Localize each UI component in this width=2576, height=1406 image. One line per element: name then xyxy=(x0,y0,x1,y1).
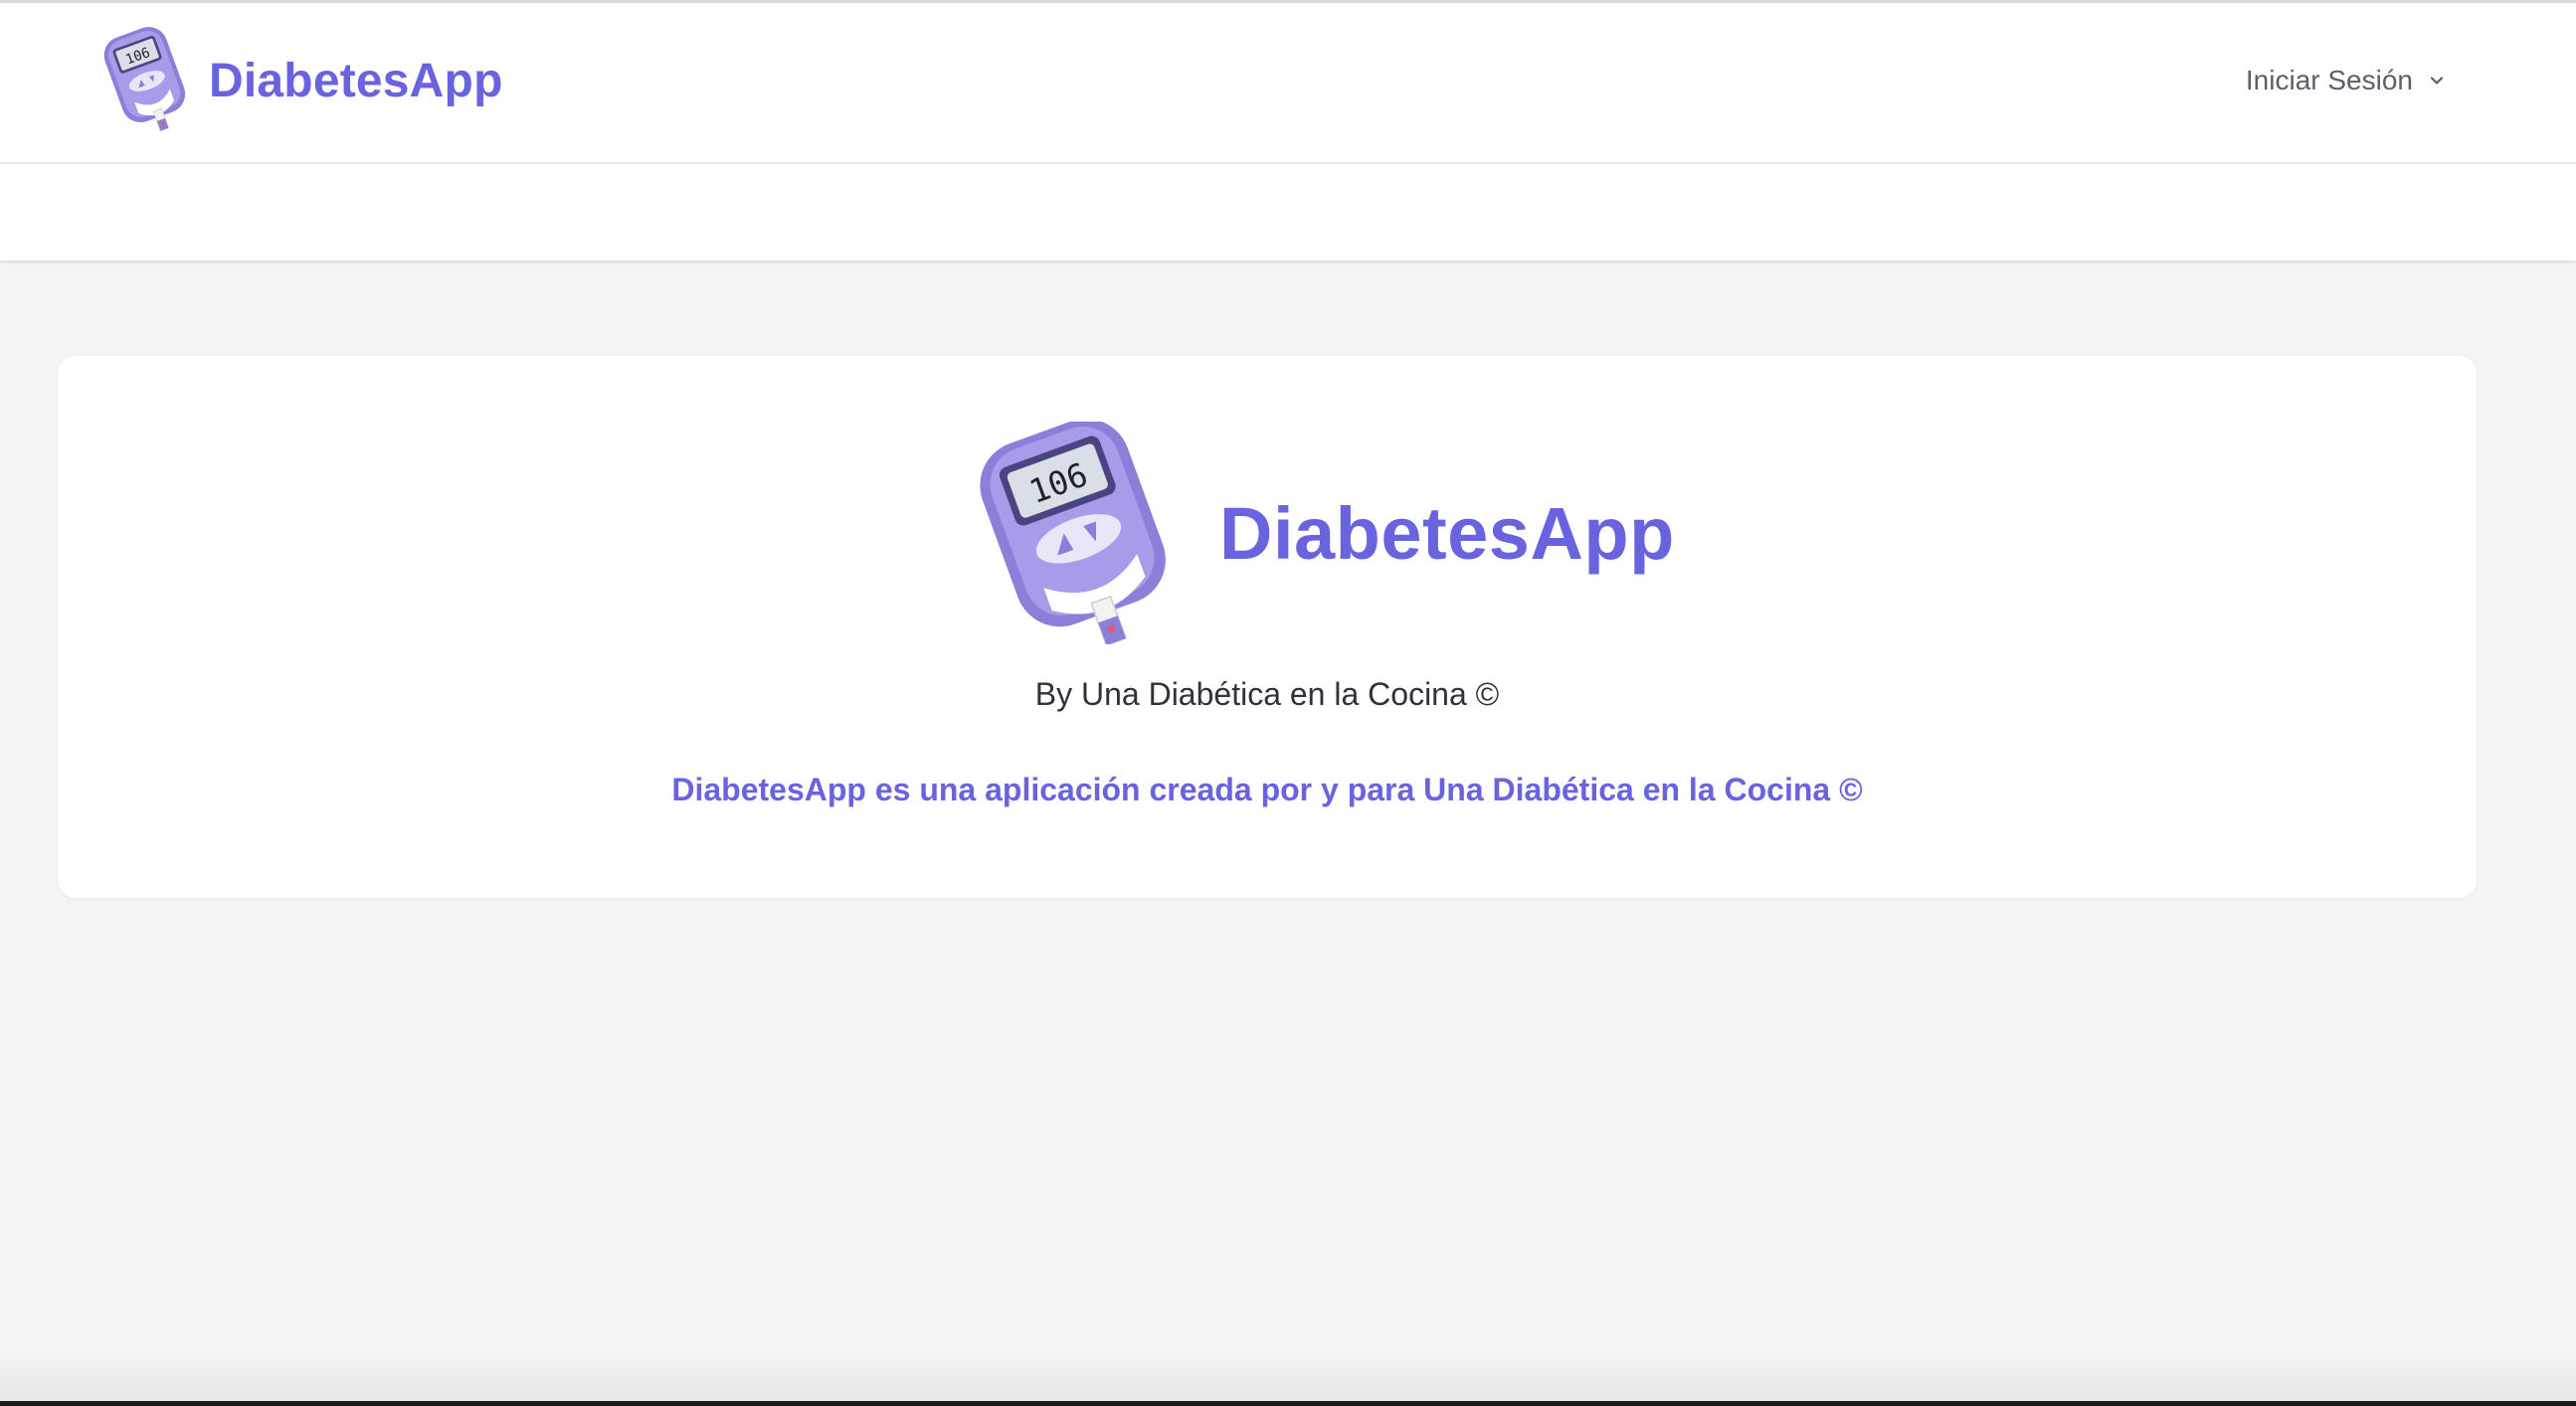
window-bottom-edge xyxy=(0,1401,2576,1406)
chevron-down-icon xyxy=(2430,77,2444,85)
welcome-card: 106 DiabetesApp By Una Diabética en la C… xyxy=(58,356,2477,898)
bottom-shade xyxy=(0,1352,2576,1406)
brand-link[interactable]: 106 DiabetesApp xyxy=(93,25,503,136)
page-header-bar xyxy=(0,164,2576,261)
glucose-meter-icon: 106 xyxy=(980,422,1166,644)
byline-text: By Una Diabética en la Cocina © xyxy=(1034,676,1500,712)
navbar: 106 DiabetesApp Iniciar Sesión xyxy=(0,3,2576,164)
card-title: DiabetesApp xyxy=(1219,491,1675,575)
hero-brand: 106 DiabetesApp xyxy=(953,422,1675,644)
glucose-meter-icon: 106 xyxy=(103,27,186,132)
app-description: DiabetesApp es una aplicación creada por… xyxy=(671,772,1863,807)
login-dropdown-label: Iniciar Sesión xyxy=(2245,65,2413,95)
login-dropdown-button[interactable]: Iniciar Sesión xyxy=(2246,65,2447,96)
brand-name: DiabetesApp xyxy=(209,54,503,107)
